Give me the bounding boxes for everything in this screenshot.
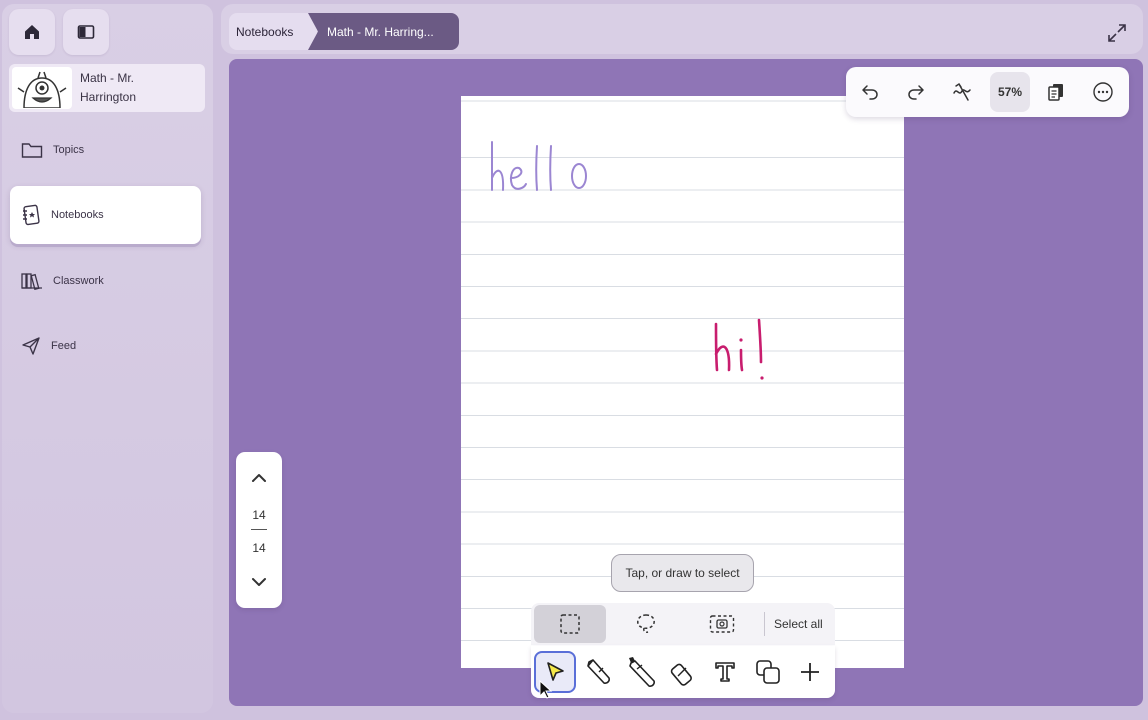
text-icon bbox=[715, 662, 735, 682]
gesture-icon bbox=[953, 82, 971, 101]
home-button[interactable] bbox=[9, 9, 55, 55]
eraser-icon bbox=[670, 663, 692, 686]
redo-icon bbox=[908, 85, 924, 100]
screenshot-select-button[interactable] bbox=[686, 605, 758, 643]
books-icon bbox=[21, 273, 42, 290]
undo-icon bbox=[862, 85, 878, 100]
rectangle-select-button[interactable] bbox=[534, 605, 606, 643]
text-tool-button[interactable] bbox=[704, 651, 746, 693]
sidebar-item-label: Feed bbox=[51, 340, 77, 352]
send-icon bbox=[22, 337, 40, 355]
fullscreen-button[interactable] bbox=[1106, 22, 1128, 44]
select-all-button[interactable]: Select all bbox=[774, 603, 823, 645]
expand-icon bbox=[1108, 24, 1126, 42]
chevron-up-icon bbox=[252, 474, 266, 482]
gesture-button[interactable] bbox=[942, 72, 982, 112]
home-icon bbox=[25, 25, 39, 39]
rectangle-select-icon bbox=[560, 614, 580, 634]
add-icon bbox=[801, 663, 819, 681]
sidebar-item-topics[interactable]: Topics bbox=[10, 121, 201, 179]
lasso-select-icon bbox=[637, 614, 655, 633]
lasso-select-button[interactable] bbox=[610, 605, 682, 643]
selection-hint: Tap, or draw to select bbox=[611, 554, 754, 592]
sidebar-item-label: Topics bbox=[53, 144, 85, 156]
screenshot-select-icon bbox=[709, 615, 735, 633]
total-pages: 14 bbox=[252, 541, 266, 555]
notebook-icon bbox=[23, 204, 40, 226]
monster-avatar-icon bbox=[17, 71, 67, 108]
eraser-tool-button[interactable] bbox=[662, 651, 704, 693]
folder-icon bbox=[21, 143, 43, 158]
pen-icon bbox=[587, 659, 610, 684]
sidebar-item-notebooks[interactable]: Notebooks bbox=[10, 186, 201, 244]
canvas-toolbar: 57% bbox=[846, 67, 1129, 117]
zoom-level[interactable]: 57% bbox=[990, 72, 1030, 112]
highlighter-tool-button[interactable] bbox=[620, 651, 662, 693]
more-icon bbox=[1093, 82, 1113, 102]
shapes-tool-button[interactable] bbox=[747, 651, 789, 693]
ink-hi bbox=[714, 318, 764, 380]
current-page: 14 bbox=[252, 508, 266, 522]
class-profile[interactable]: Math - Mr. Harrington bbox=[9, 64, 205, 112]
next-page-button[interactable] bbox=[249, 572, 269, 597]
breadcrumb-notebooks[interactable]: Notebooks bbox=[229, 13, 317, 50]
chevron-down-icon bbox=[252, 578, 266, 586]
toolbar-divider bbox=[764, 612, 765, 636]
pen-tool-button[interactable] bbox=[577, 651, 619, 693]
sidebar-toggle-icon bbox=[77, 25, 95, 39]
highlighter-icon bbox=[629, 657, 655, 687]
add-tool-button[interactable] bbox=[789, 651, 831, 693]
avatar bbox=[12, 67, 72, 109]
drawing-toolbar bbox=[531, 646, 835, 698]
selection-toolbar: Select all bbox=[531, 603, 835, 645]
sidebar-item-feed[interactable]: Feed bbox=[10, 317, 201, 375]
page-divider bbox=[251, 529, 267, 530]
previous-page-button[interactable] bbox=[249, 468, 269, 493]
undo-button[interactable] bbox=[850, 72, 890, 112]
sidebar-item-classwork[interactable]: Classwork bbox=[10, 252, 201, 310]
more-button[interactable] bbox=[1083, 72, 1123, 112]
redo-button[interactable] bbox=[896, 72, 936, 112]
pages-button[interactable] bbox=[1036, 72, 1076, 112]
mouse-cursor-icon bbox=[539, 680, 553, 699]
sidebar-item-label: Classwork bbox=[53, 275, 104, 287]
profile-name: Math - Mr. Harrington bbox=[80, 71, 137, 104]
page-navigator: 14 14 bbox=[236, 452, 282, 608]
pages-icon bbox=[1048, 84, 1063, 101]
breadcrumb-current[interactable]: Math - Mr. Harring... bbox=[308, 13, 459, 50]
shapes-icon bbox=[756, 660, 780, 684]
toggle-sidebar-button[interactable] bbox=[63, 9, 109, 55]
ink-hello bbox=[491, 141, 587, 191]
sidebar-item-label: Notebooks bbox=[51, 209, 104, 221]
